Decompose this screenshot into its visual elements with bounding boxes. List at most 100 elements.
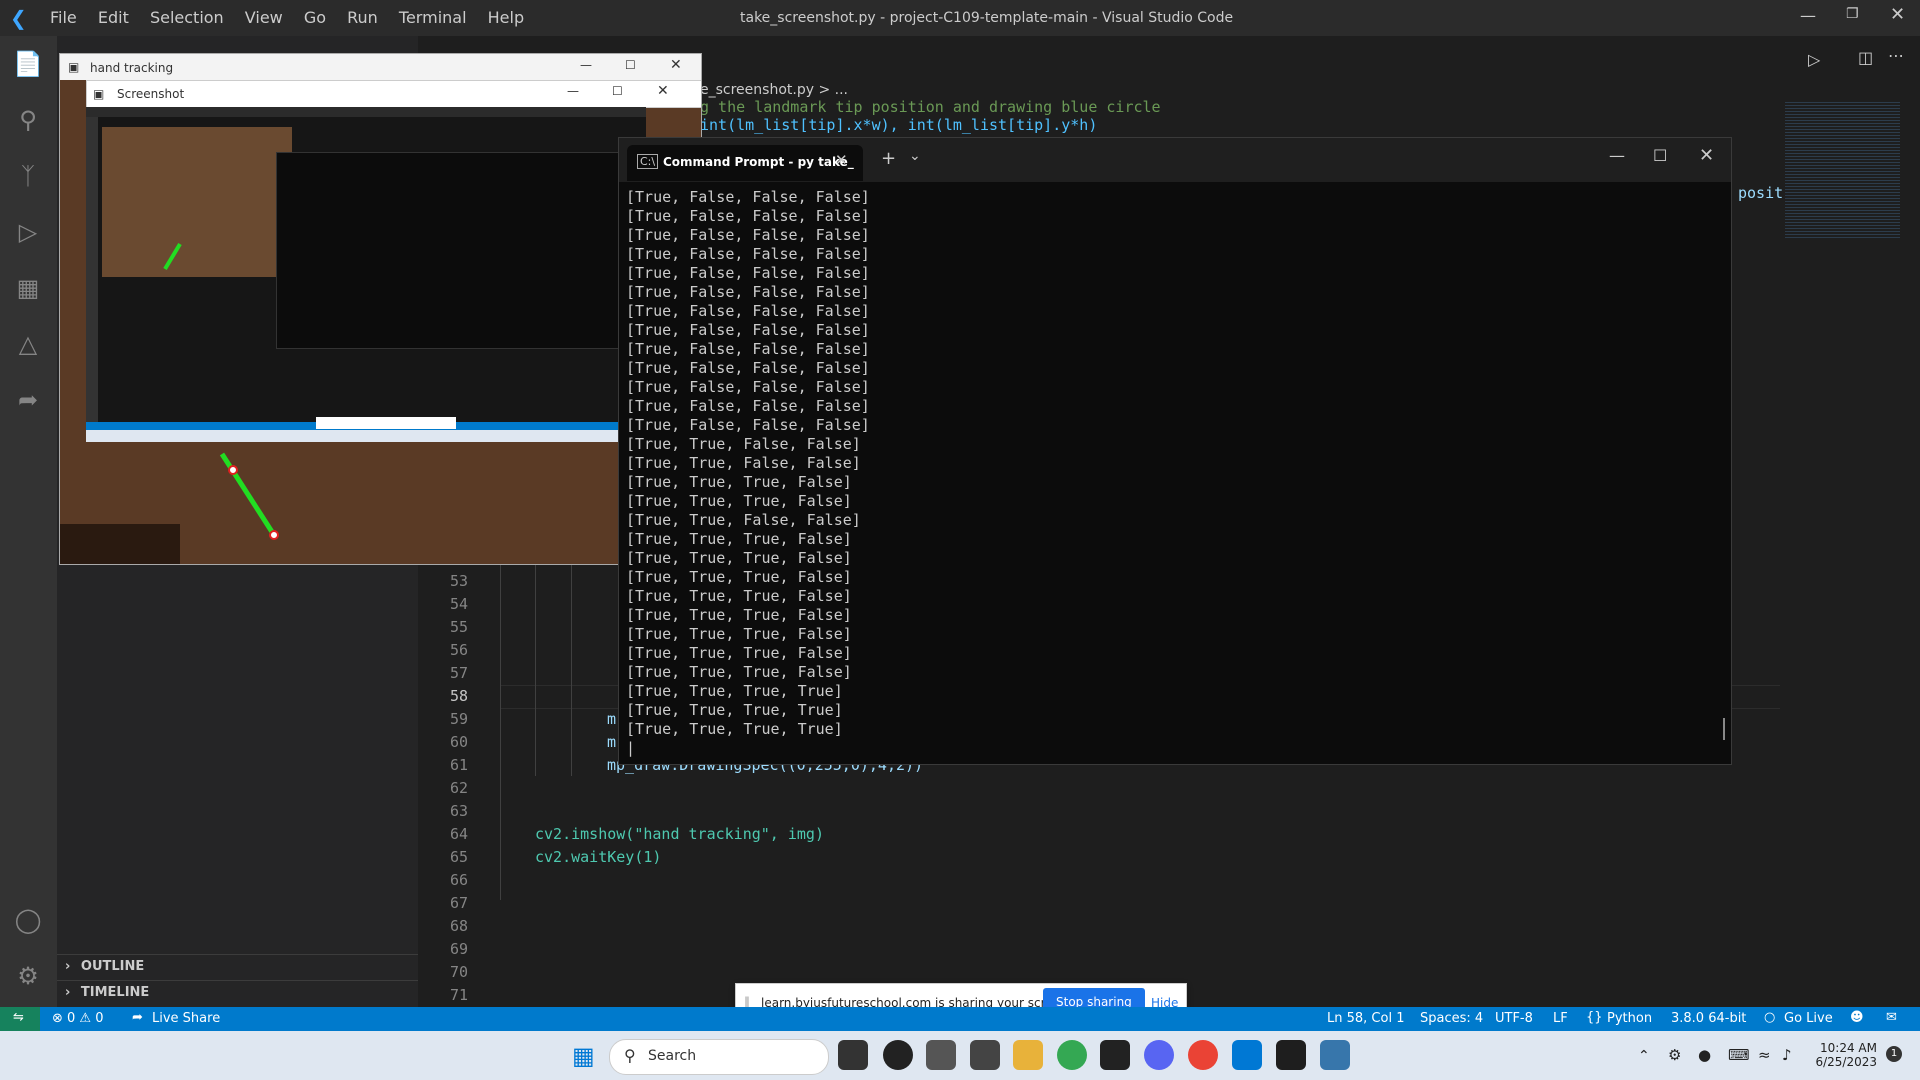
timeline-section[interactable]: › TIMELINE [57, 980, 418, 1005]
code-line: m [607, 733, 617, 751]
microphone-icon[interactable]: ● [1698, 1046, 1711, 1064]
close-icon[interactable]: ✕ [1699, 145, 1714, 166]
output-line: [True, False, False, False] [626, 207, 870, 225]
menu-selection[interactable]: Selection [150, 8, 224, 27]
notifications-bell-icon[interactable]: ✉ [1886, 1010, 1897, 1025]
vscode-taskbar-icon[interactable] [1232, 1040, 1262, 1070]
output-line: [True, False, False, False] [626, 283, 870, 301]
taskbar-search[interactable]: ⚲ Search [609, 1039, 829, 1075]
timeline-label: TIMELINE [80, 985, 150, 1000]
minimize-icon[interactable]: — [1800, 6, 1816, 25]
broadcast-icon: ○ [1764, 1010, 1776, 1025]
outline-section[interactable]: › OUTLINE [57, 954, 418, 979]
chrome-icon[interactable] [1057, 1040, 1087, 1070]
more-actions-icon[interactable]: ⋯ [1888, 46, 1904, 65]
run-file-icon[interactable]: ▷ [1808, 50, 1820, 69]
menu-help[interactable]: Help [488, 8, 524, 27]
split-editor-icon[interactable]: ◫ [1858, 48, 1873, 67]
testing-icon[interactable]: △ [12, 328, 44, 360]
output-line: [True, True, True, True] [626, 720, 843, 738]
app-icon[interactable] [926, 1040, 956, 1070]
source-control-icon[interactable]: ᛉ [12, 160, 44, 192]
search-icon[interactable]: ⚲ [12, 104, 44, 136]
hand-tracking-window[interactable]: ▣ hand tracking — ☐ ✕ ▣ Screenshot — ☐ ✕ [59, 53, 702, 565]
menu-terminal[interactable]: Terminal [399, 8, 467, 27]
line-number: 64 [449, 825, 468, 843]
code-comment: g the landmark tip position and drawing … [700, 98, 1161, 116]
steam-icon[interactable] [970, 1040, 1000, 1070]
cursor-position[interactable]: Ln 58, Col 1 [1327, 1011, 1404, 1026]
close-icon[interactable]: ✕ [1890, 4, 1905, 25]
minimize-icon[interactable]: — [1609, 146, 1625, 165]
volume-icon[interactable]: ♪ [1782, 1046, 1792, 1064]
line-number: 56 [449, 641, 468, 659]
new-tab-icon[interactable]: + [881, 148, 896, 169]
command-prompt-window[interactable]: C:\ Command Prompt - py take_ ✕ + ⌄ — ☐ … [618, 137, 1732, 765]
file-explorer-icon[interactable] [1013, 1040, 1043, 1070]
code-line: int(lm_list[tip].x*w), int(lm_list[tip].… [700, 116, 1098, 134]
python-interpreter[interactable]: 3.8.0 64-bit [1671, 1011, 1746, 1026]
epic-games-icon[interactable] [1100, 1040, 1130, 1070]
chevron-right-icon: › [65, 959, 71, 974]
menu-edit[interactable]: Edit [98, 8, 129, 27]
keyboard-icon[interactable]: ⌨ [1728, 1046, 1750, 1064]
extensions-icon[interactable]: ▦ [12, 272, 44, 304]
wifi-icon[interactable]: ≈ [1758, 1046, 1771, 1064]
windows-start-icon[interactable]: ▦ [572, 1042, 595, 1070]
breadcrumb[interactable]: e_screenshot.py > ... [700, 82, 848, 98]
restore-icon[interactable]: ❐ [1846, 6, 1859, 22]
indentation[interactable]: Spaces: 4 [1420, 1011, 1483, 1026]
line-number: 55 [449, 618, 468, 636]
window-title: take_screenshot.py - project-C109-templa… [740, 10, 1234, 26]
grammarly-icon[interactable] [883, 1040, 913, 1070]
account-icon[interactable]: ◯ [12, 904, 44, 936]
terminal-scrollbar[interactable] [1723, 718, 1725, 740]
run-debug-icon[interactable]: ▷ [12, 216, 44, 248]
line-number: 70 [449, 963, 468, 981]
chevron-up-icon[interactable]: ⌃ [1638, 1048, 1650, 1064]
problems-count[interactable]: ⊗ 0 ⚠ 0 [52, 1011, 104, 1026]
tray-app-icon[interactable]: ⚙ [1668, 1046, 1681, 1064]
title-bar: ❮ File Edit Selection View Go Run Termin… [0, 0, 1920, 36]
live-share-icon[interactable]: ➦ [12, 384, 44, 416]
chevron-down-icon[interactable]: ⌄ [909, 148, 921, 164]
line-number: 58 [449, 687, 468, 705]
live-share-status[interactable]: Live Share [152, 1011, 220, 1026]
output-line: [True, False, False, False] [626, 302, 870, 320]
remote-indicator[interactable]: ⇋ [0, 1007, 40, 1031]
close-tab-icon[interactable]: ✕ [835, 151, 848, 169]
explorer-icon[interactable]: 📄 [12, 48, 44, 80]
output-line: [True, True, True, False] [626, 587, 852, 605]
language-mode[interactable]: Python [1607, 1011, 1652, 1026]
menu-go[interactable]: Go [304, 8, 326, 27]
minimap[interactable] [1785, 100, 1900, 240]
maximize-icon[interactable]: ☐ [1653, 146, 1667, 165]
chrome-profile-icon[interactable] [1188, 1040, 1218, 1070]
feedback-icon[interactable]: ☻ [1850, 1010, 1864, 1025]
output-line: [True, True, True, False] [626, 492, 852, 510]
clock[interactable]: 10:24 AM 6/25/2023 [1815, 1041, 1877, 1069]
line-ending[interactable]: LF [1553, 1011, 1568, 1026]
output-line: [True, True, True, False] [626, 644, 852, 662]
settings-gear-icon[interactable]: ⚙ [12, 960, 44, 992]
clock-time: 10:24 AM [1820, 1041, 1877, 1055]
discord-icon[interactable] [1144, 1040, 1174, 1070]
remote-icon: ⇋ [13, 1010, 24, 1025]
go-live-button[interactable]: Go Live [1784, 1011, 1833, 1026]
terminal-output[interactable]: [True, False, False, False] [True, False… [619, 182, 1731, 758]
python-taskbar-icon[interactable] [1320, 1040, 1350, 1070]
line-number: 71 [449, 986, 468, 1004]
encoding[interactable]: UTF-8 [1495, 1011, 1533, 1026]
line-number: 53 [449, 572, 468, 590]
terminal-tab[interactable]: C:\ Command Prompt - py take_ ✕ [627, 145, 863, 181]
task-view-icon[interactable] [838, 1040, 868, 1070]
menu-view[interactable]: View [245, 8, 283, 27]
terminal-taskbar-icon[interactable] [1276, 1040, 1306, 1070]
indent-guide [535, 560, 536, 776]
menu-bar: File Edit Selection View Go Run Terminal… [50, 8, 540, 27]
output-line: [True, False, False, False] [626, 359, 870, 377]
menu-run[interactable]: Run [347, 8, 378, 27]
chevron-right-icon: › [65, 985, 71, 1000]
notification-badge[interactable]: 1 [1886, 1046, 1902, 1062]
menu-file[interactable]: File [50, 8, 77, 27]
